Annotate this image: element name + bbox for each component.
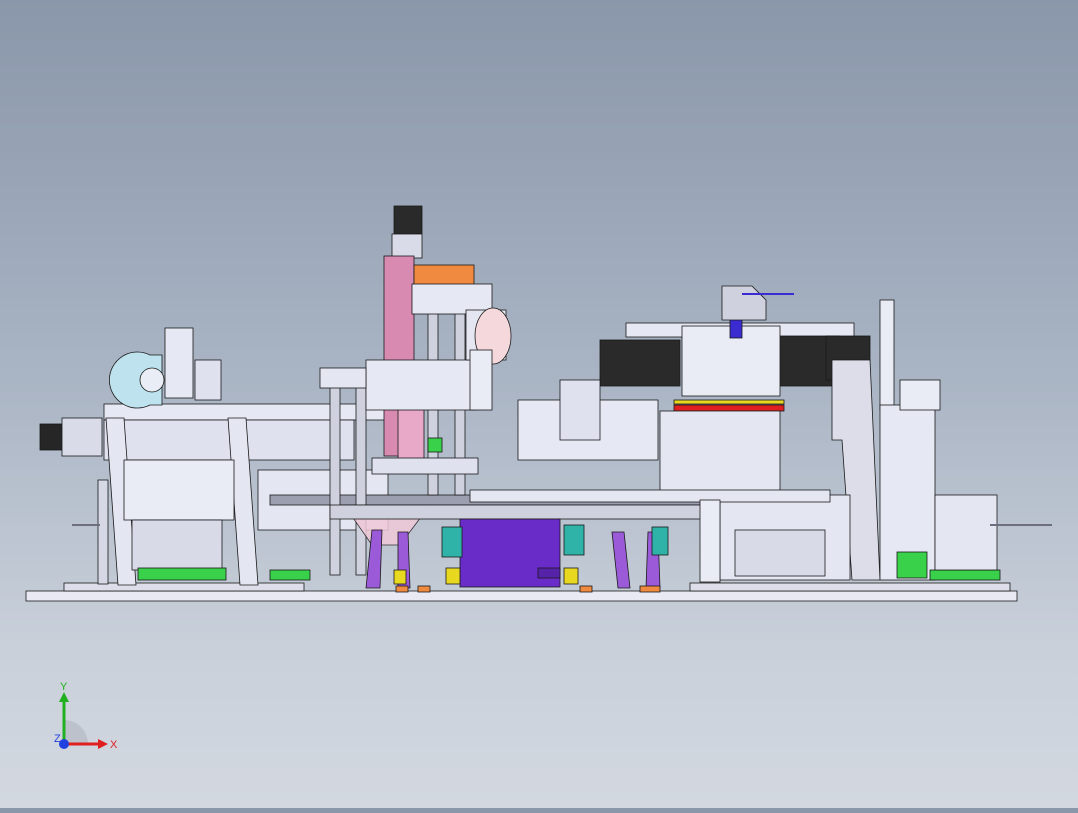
left-drum-hub bbox=[139, 367, 165, 393]
purple-drum-label bbox=[537, 567, 561, 579]
left-servo-motor[interactable] bbox=[39, 423, 63, 451]
machine-assembly-model[interactable] bbox=[0, 0, 1078, 808]
z-axis-motor[interactable] bbox=[393, 205, 423, 235]
y-axis-label: Y bbox=[60, 681, 68, 693]
guide-column-1 bbox=[329, 384, 341, 576]
turntable-top[interactable] bbox=[329, 504, 711, 520]
left-sensor-block[interactable] bbox=[164, 327, 194, 399]
orange-foot-1 bbox=[395, 585, 409, 593]
guide-column-2 bbox=[355, 384, 367, 576]
right-green-block[interactable] bbox=[896, 551, 928, 579]
left-sensor-block-2 bbox=[194, 359, 222, 401]
lift-lower-bar bbox=[371, 457, 479, 475]
orange-foot-4 bbox=[639, 585, 661, 593]
left-lower-housing bbox=[123, 459, 235, 521]
yellow-stripe bbox=[673, 399, 785, 405]
lift-top-bracket bbox=[413, 264, 475, 286]
cad-viewport[interactable]: Y X Z bbox=[0, 0, 1078, 808]
gantry-head[interactable] bbox=[659, 410, 781, 492]
yellow-tab-2 bbox=[563, 567, 579, 585]
lift-green-sensor bbox=[427, 437, 443, 453]
coordinate-triad: Y X Z bbox=[54, 681, 118, 751]
lift-cross-arm bbox=[319, 367, 367, 389]
teal-gripper-2[interactable] bbox=[563, 524, 585, 556]
red-stripe bbox=[673, 404, 785, 412]
lift-top-plate bbox=[411, 283, 493, 315]
x-axis-label: X bbox=[110, 739, 118, 751]
right-servo-motor[interactable] bbox=[599, 339, 681, 387]
right-sensor-tower bbox=[899, 379, 941, 411]
left-green-plate[interactable] bbox=[137, 567, 227, 581]
left-spring-stack bbox=[131, 519, 223, 571]
gantry-left-block bbox=[559, 379, 601, 441]
right-green-plate bbox=[929, 569, 1001, 581]
right-spring-frame bbox=[934, 494, 998, 571]
triad-arc bbox=[64, 720, 88, 744]
left-leg-c bbox=[97, 479, 109, 585]
x-axis-head bbox=[98, 739, 108, 749]
base-plate[interactable] bbox=[25, 590, 1018, 602]
z-axis-label: Z bbox=[54, 733, 61, 745]
left-motor-flange bbox=[61, 417, 103, 457]
right-spring-stack bbox=[734, 529, 826, 577]
purple-cam-3 bbox=[611, 531, 631, 589]
orange-foot-2 bbox=[417, 585, 431, 593]
yellow-tab-1 bbox=[445, 567, 461, 585]
z-axis-coupler bbox=[391, 233, 423, 259]
yellow-tab-3 bbox=[393, 569, 407, 585]
teal-gripper-3[interactable] bbox=[651, 526, 669, 556]
mid-conveyor[interactable] bbox=[469, 489, 831, 503]
gantry-top-cover bbox=[721, 285, 767, 321]
right-tall-post bbox=[879, 299, 895, 411]
base-plate-right-step bbox=[689, 582, 1011, 592]
lift-carriage[interactable] bbox=[365, 359, 477, 411]
left-green-plate-2 bbox=[269, 569, 311, 581]
teal-gripper-1[interactable] bbox=[441, 526, 463, 558]
y-axis-head bbox=[59, 692, 69, 702]
mid-support bbox=[699, 499, 721, 583]
reel-bracket bbox=[469, 349, 493, 411]
orange-foot-3 bbox=[579, 585, 593, 593]
